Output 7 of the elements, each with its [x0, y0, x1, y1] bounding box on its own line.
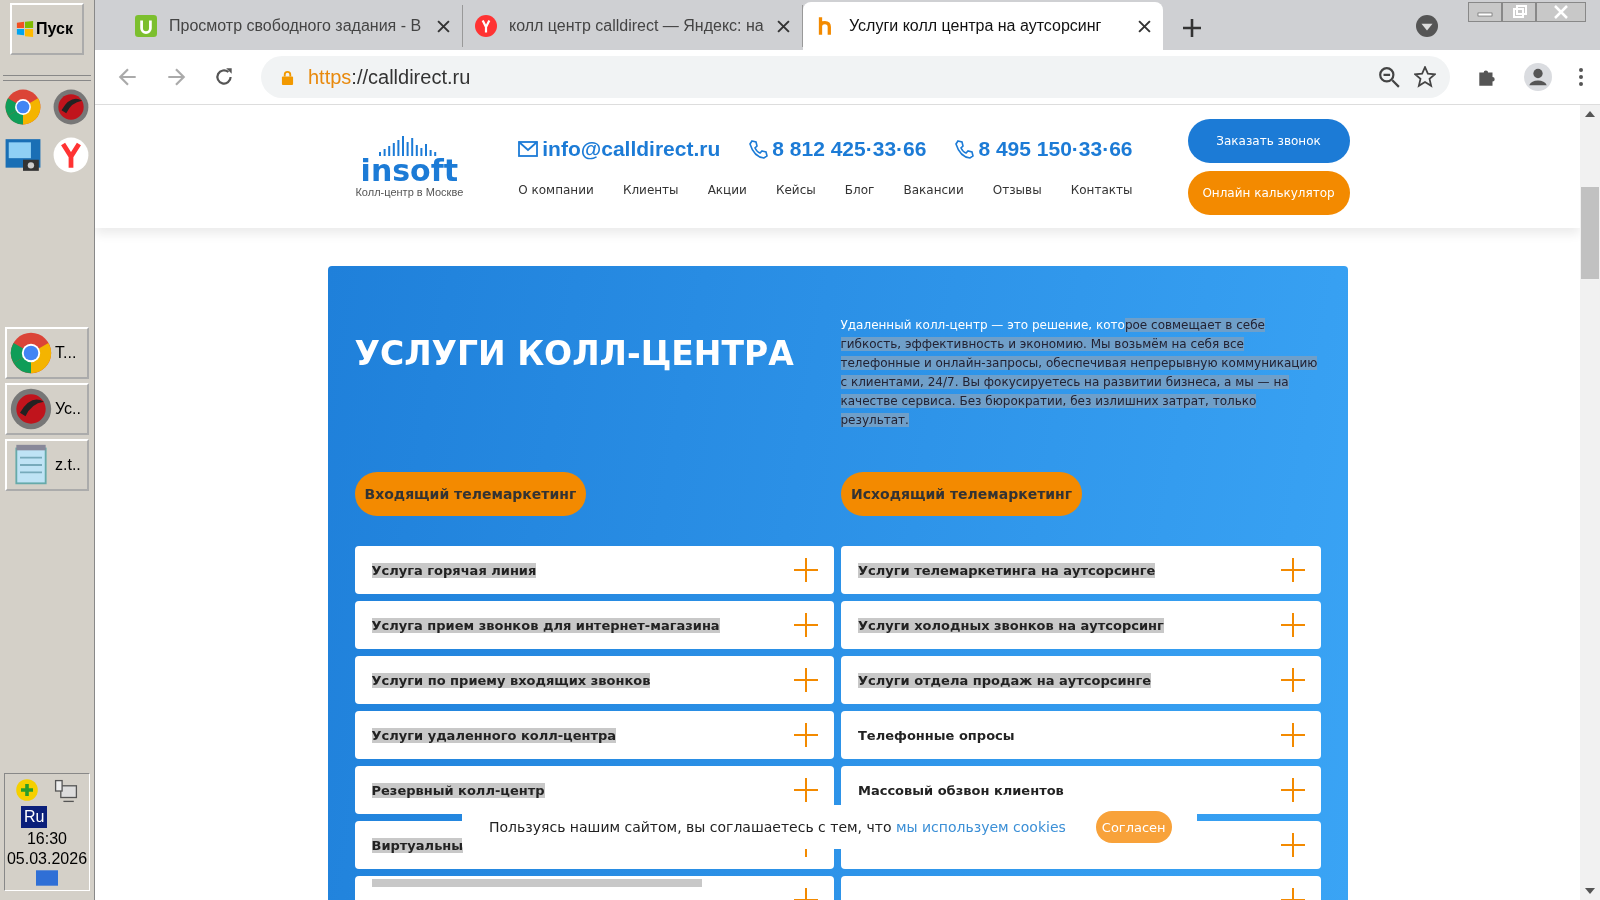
intro-paragraph: Удаленный колл-центр — это решение, которое совмещает в себе гибкость, эффективность и экономию. Мы возьмём на себя все телефонные и онлайн-запросы, обеспечивая непрерывную коммуникацию с клиентами, 24/7. Вы фокусируетесь на развитии бизнеса, а мы — на качестве сервиса. Без бюрократии, без излишних затрат, только результат. — [840, 317, 1319, 429]
cookie-text: Пользуясь нашим сайтом, вы соглашаетесь с тем, что — [489, 819, 893, 835]
clock-date: 05.03.2026 — [6, 850, 88, 868]
url-text: https://calldirect.ru — [308, 65, 471, 89]
clock-time: 16:30 — [26, 830, 67, 848]
page-heading: УСЛУГИ КОЛЛ-ЦЕНТРА — [354, 334, 794, 373]
logo-tagline: Колл-центр в Москве — [355, 185, 464, 198]
